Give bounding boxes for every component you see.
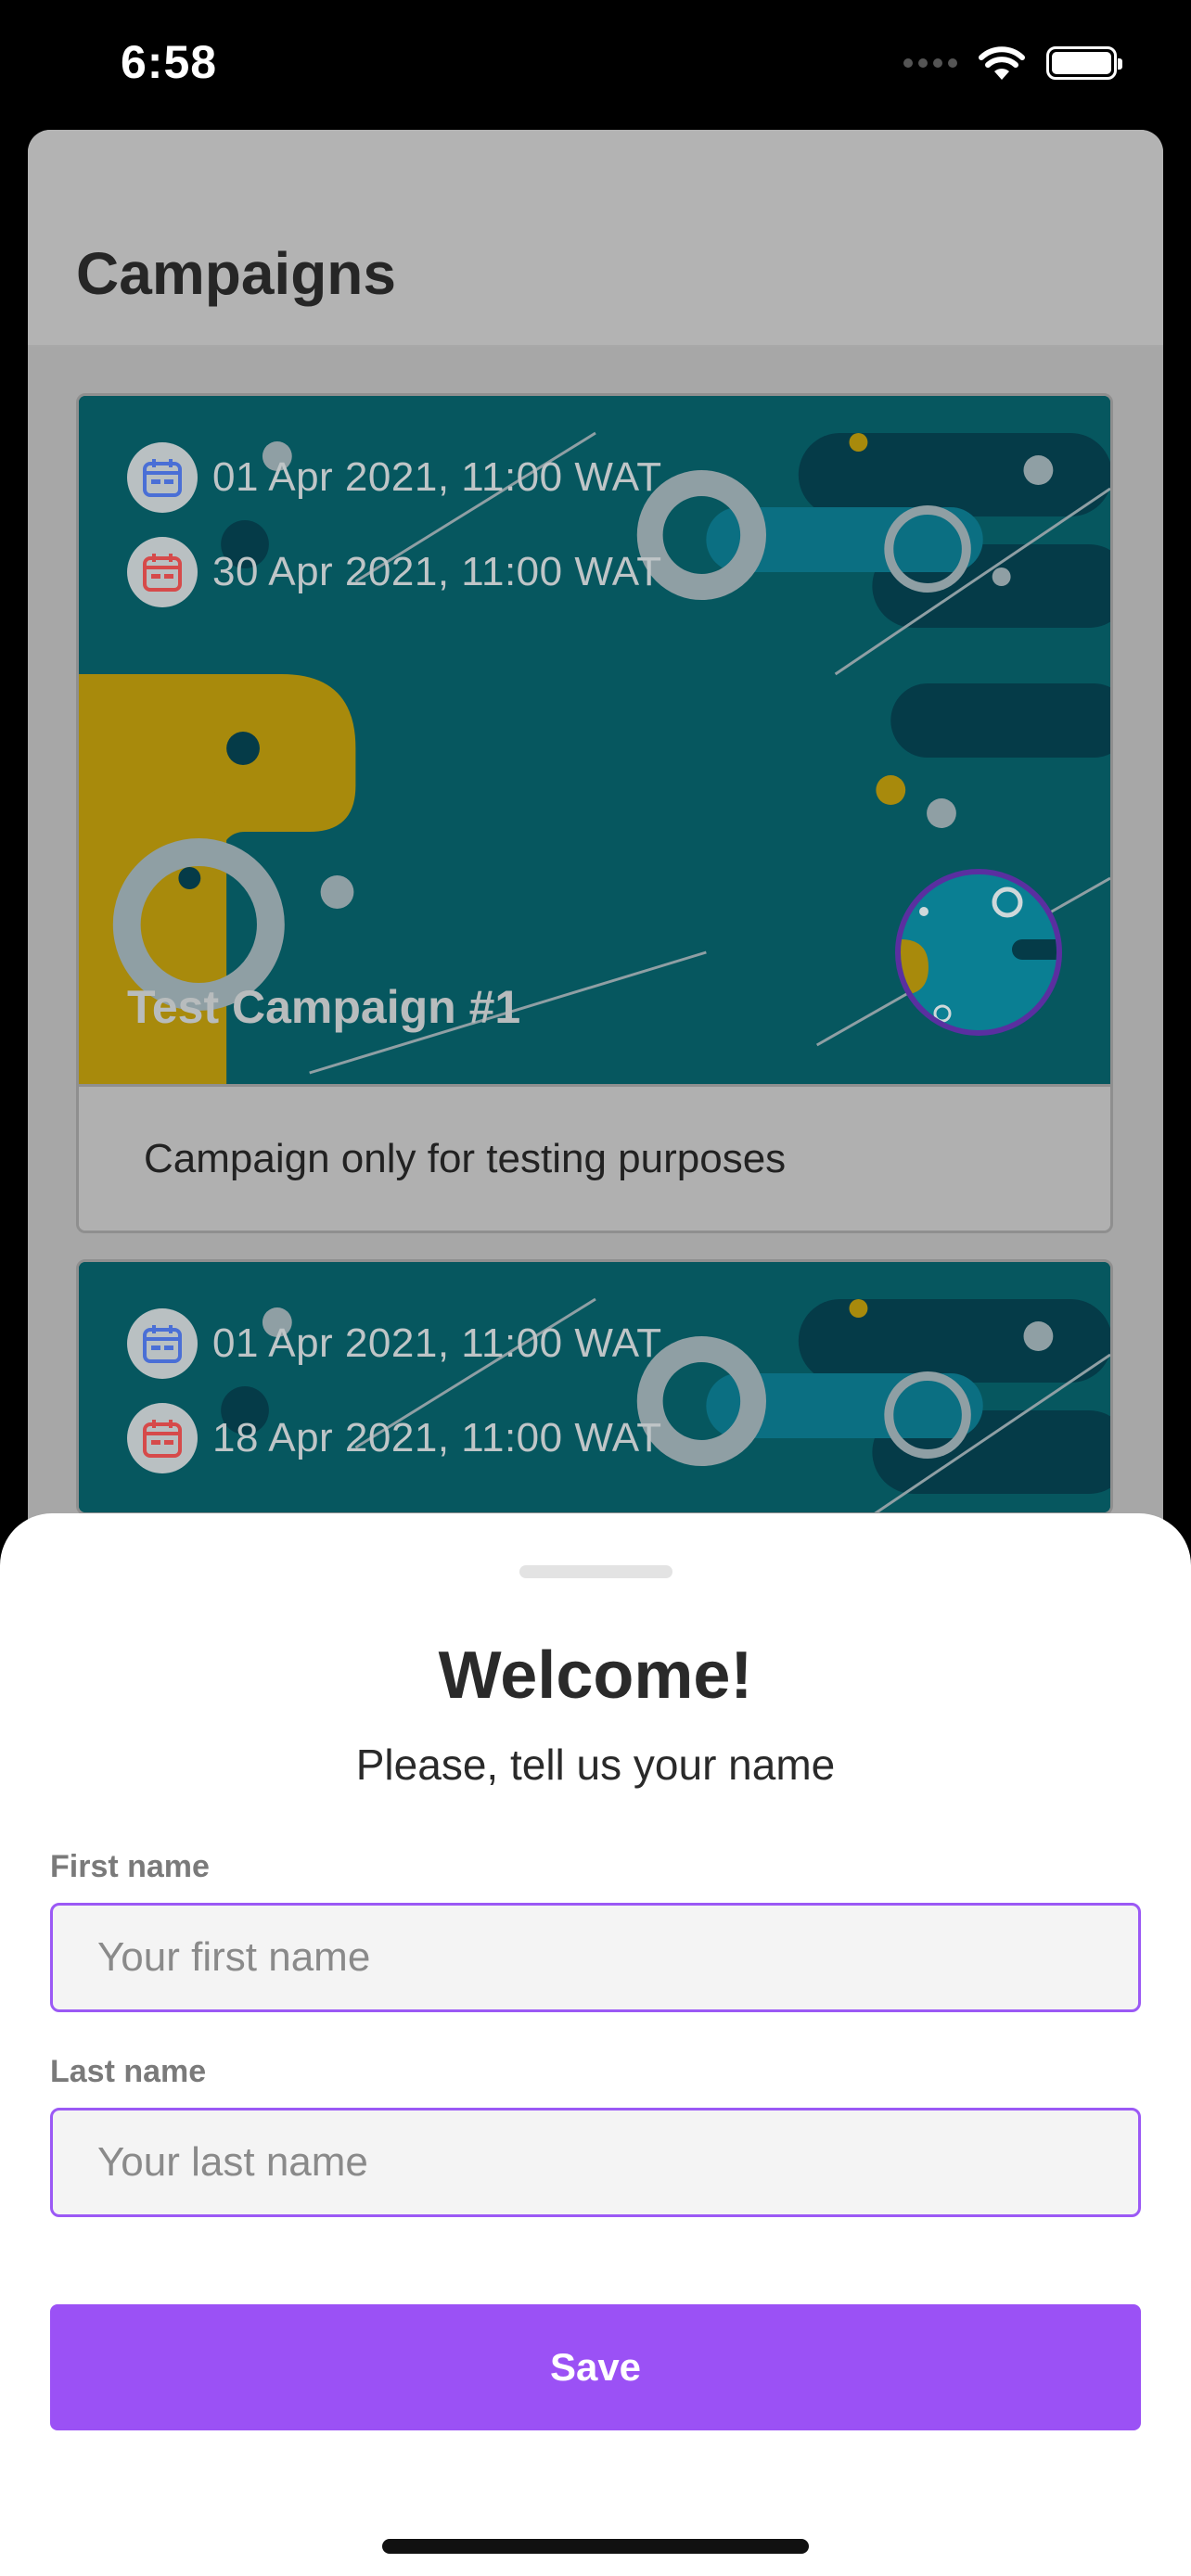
- end-date-text: 30 Apr 2021, 11:00 WAT: [212, 549, 662, 594]
- campaign-end-date: 30 Apr 2021, 11:00 WAT: [127, 537, 662, 607]
- status-icons: [903, 45, 1122, 82]
- campaign-title: Test Campaign #1: [127, 981, 521, 1033]
- last-name-input[interactable]: [50, 2108, 1141, 2217]
- start-date-text: 01 Apr 2021, 11:00 WAT: [212, 454, 662, 500]
- sheet-drag-handle[interactable]: [519, 1565, 672, 1578]
- welcome-bottom-sheet: Welcome! Please, tell us your name First…: [0, 1513, 1191, 2576]
- campaign-banner: 01 Apr 2021, 11:00 WAT 30 Apr 2021, 11:0…: [79, 396, 1110, 1084]
- campaign-card[interactable]: 01 Apr 2021, 11:00 WAT 18 Apr 2021, 11:0…: [76, 1259, 1113, 1515]
- calendar-icon: [127, 442, 198, 513]
- first-name-label: First name: [50, 1849, 210, 1884]
- status-time: 6:58: [121, 36, 218, 88]
- campaign-card[interactable]: 01 Apr 2021, 11:00 WAT 30 Apr 2021, 11:0…: [76, 393, 1113, 1233]
- campaign-description: Campaign only for testing purposes: [79, 1084, 1110, 1231]
- calendar-icon: [127, 537, 198, 607]
- campaign-start-date: 01 Apr 2021, 11:00 WAT: [127, 1308, 662, 1379]
- last-name-label: Last name: [50, 2054, 207, 2089]
- battery-icon: [1046, 46, 1122, 80]
- campaign-banner: 01 Apr 2021, 11:00 WAT 18 Apr 2021, 11:0…: [79, 1262, 1110, 1512]
- page-title: Campaigns: [76, 240, 396, 307]
- save-button[interactable]: Save: [50, 2304, 1141, 2430]
- status-bar: 6:58: [0, 0, 1191, 130]
- first-name-input[interactable]: [50, 1903, 1141, 2012]
- campaign-start-date: 01 Apr 2021, 11:00 WAT: [127, 442, 662, 513]
- wifi-icon: [979, 46, 1025, 80]
- calendar-icon: [127, 1308, 198, 1379]
- banner-pattern: [79, 1262, 1110, 1512]
- home-indicator: [382, 2539, 809, 2554]
- sheet-title: Welcome!: [438, 1639, 753, 1713]
- cellular-signal-icon: [903, 58, 957, 68]
- campaign-avatar: [895, 869, 1062, 1036]
- campaigns-header: Campaigns: [28, 130, 1163, 347]
- start-date-text: 01 Apr 2021, 11:00 WAT: [212, 1320, 662, 1366]
- calendar-icon: [127, 1403, 198, 1473]
- end-date-text: 18 Apr 2021, 11:00 WAT: [212, 1415, 662, 1460]
- sheet-subtitle: Please, tell us your name: [355, 1741, 836, 1789]
- campaign-end-date: 18 Apr 2021, 11:00 WAT: [127, 1403, 662, 1473]
